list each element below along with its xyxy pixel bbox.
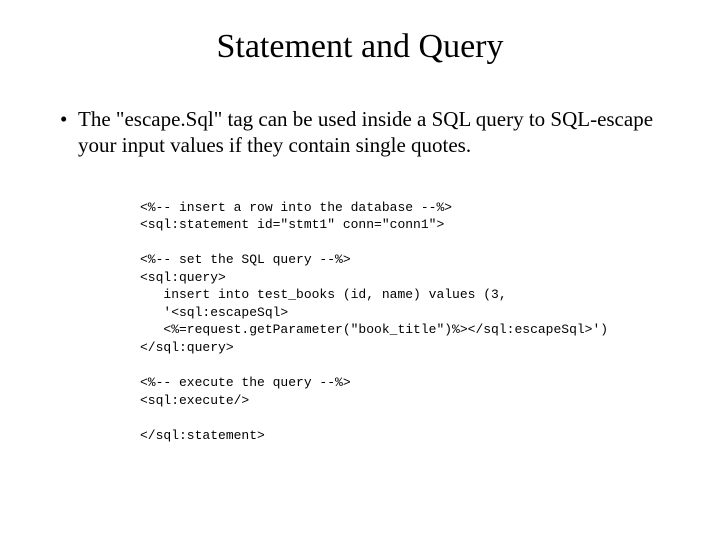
code-line: <sql:execute/>	[140, 393, 249, 408]
code-line: <%=request.getParameter("book_title")%><…	[140, 322, 608, 337]
slide-title: Statement and Query	[60, 28, 660, 66]
code-line: <sql:statement id="stmt1" conn="conn1">	[140, 217, 444, 232]
code-line: insert into test_books (id, name) values…	[140, 287, 507, 302]
code-line: <%-- set the SQL query --%>	[140, 252, 351, 267]
code-line: '<sql:escapeSql>	[140, 305, 288, 320]
bullet-text: The "escape.Sql" tag can be used inside …	[78, 106, 660, 159]
code-line: </sql:statement>	[140, 428, 265, 443]
bullet-dot: •	[60, 106, 78, 132]
code-line: </sql:query>	[140, 340, 234, 355]
bullet-item: • The "escape.Sql" tag can be used insid…	[60, 106, 660, 159]
code-line: <sql:query>	[140, 270, 226, 285]
slide: Statement and Query • The "escape.Sql" t…	[0, 0, 720, 540]
code-block: <%-- insert a row into the database --%>…	[140, 199, 660, 445]
code-line: <%-- insert a row into the database --%>	[140, 200, 452, 215]
code-line: <%-- execute the query --%>	[140, 375, 351, 390]
